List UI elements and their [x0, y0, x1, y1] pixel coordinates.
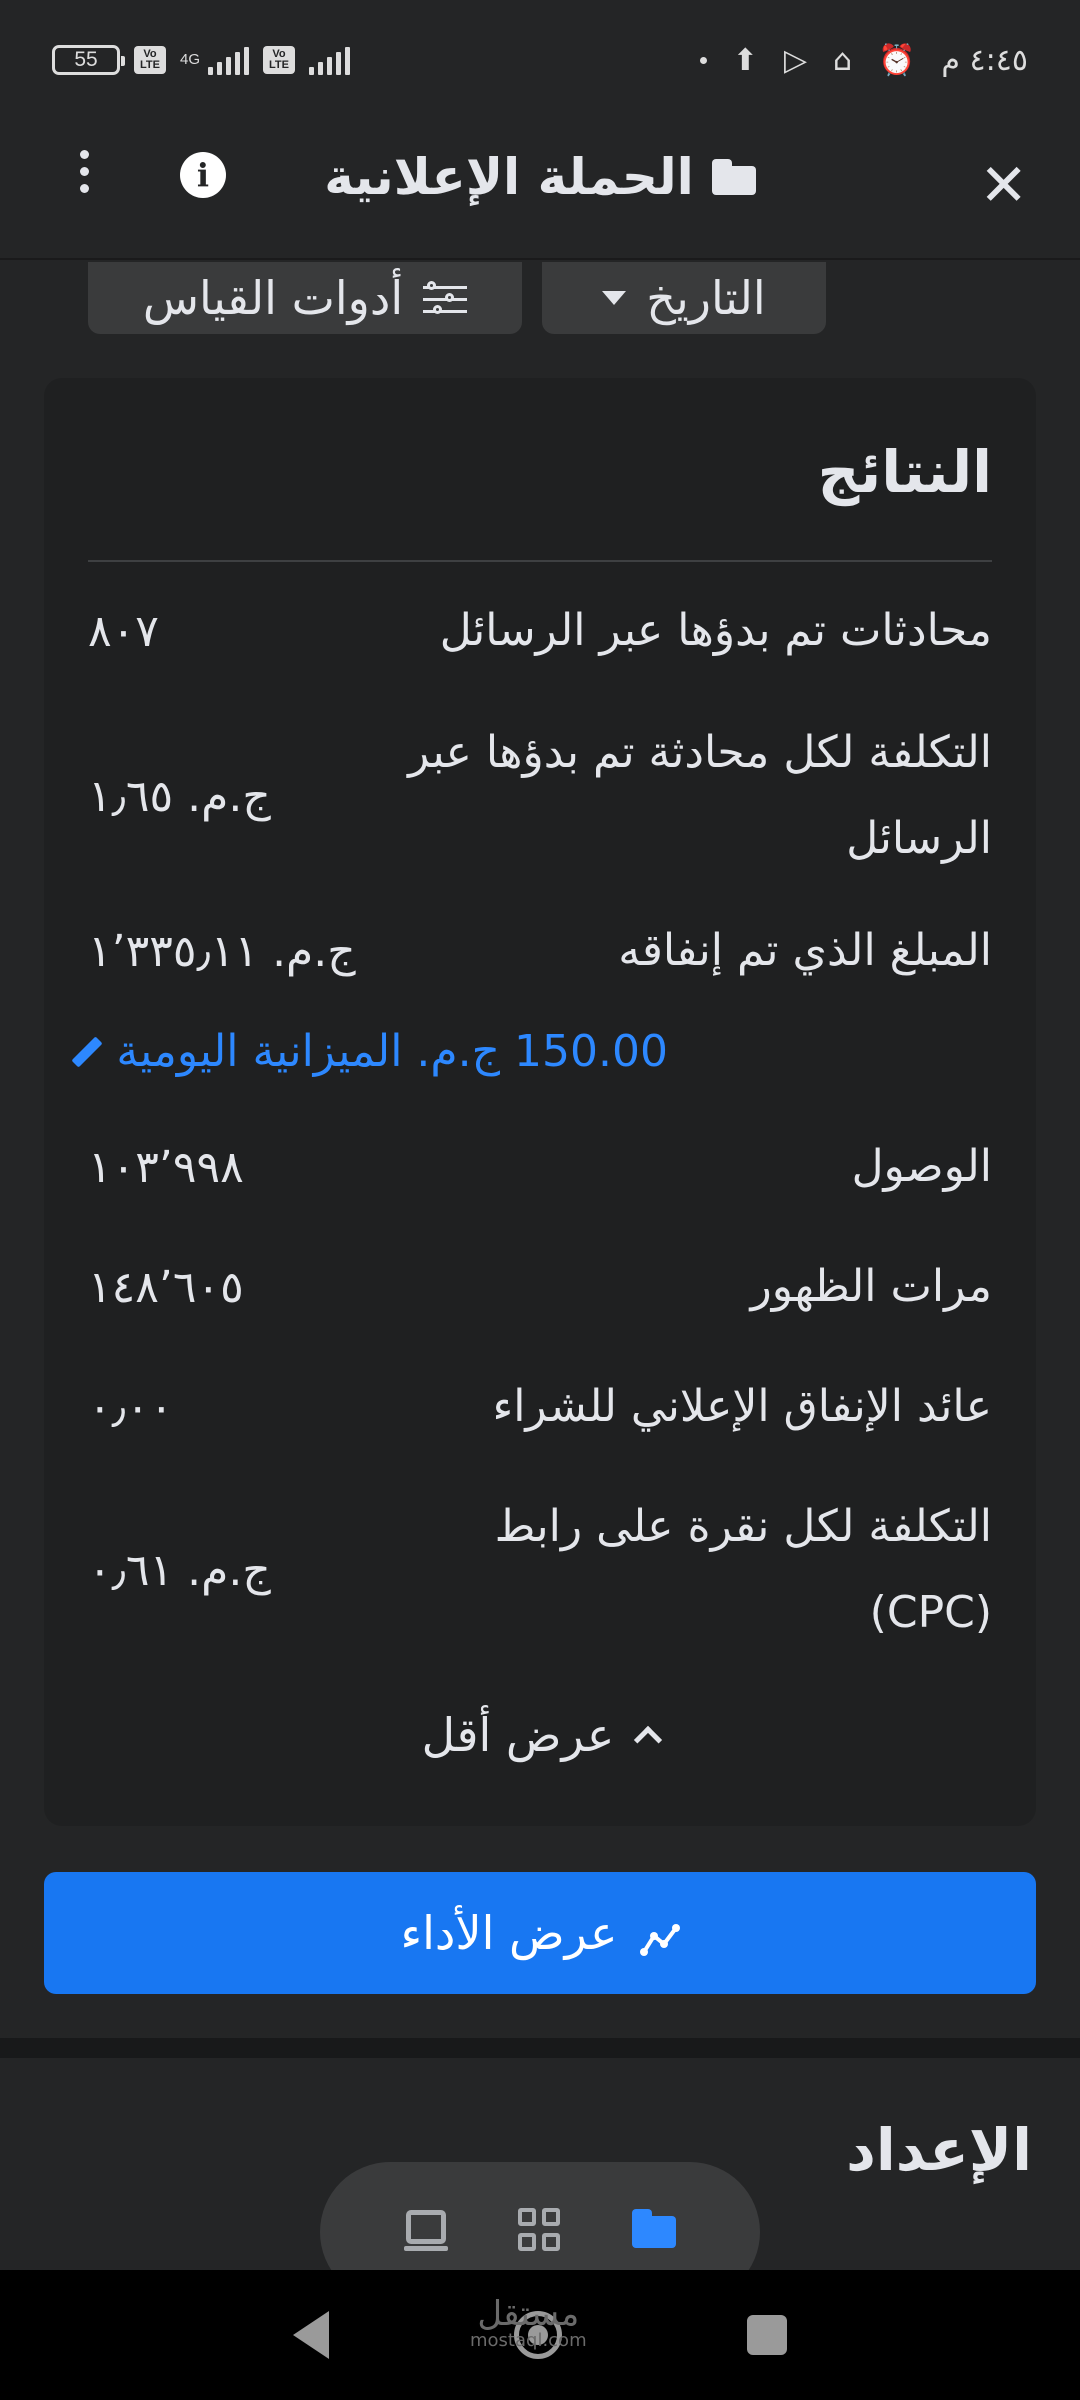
- back-icon[interactable]: [292, 2311, 329, 2359]
- sliders-icon: [423, 278, 468, 318]
- daily-budget-text: 150.00 ج.م. الميزانية اليومية: [116, 1026, 668, 1077]
- graph-icon: [639, 1915, 680, 1956]
- metric-row: التكلفة لكل محادثة تم بدؤها عبر الرسائل …: [88, 710, 992, 882]
- recents-icon[interactable]: [747, 2315, 788, 2355]
- metric-row: محادثات تم بدؤها عبر الرسائل ٨٠٧: [88, 588, 992, 674]
- view-performance-button[interactable]: عرض الأداء: [44, 1872, 1036, 1994]
- metric-row: التكلفة لكل نقرة على رابط (CPC) ج.م. ٠٫٦…: [88, 1484, 992, 1656]
- metric-value: ١٤٨٬٦٠٥: [88, 1261, 244, 1313]
- metric-row: المبلغ الذي تم إنفاقه ج.م. ١٬٣٣٥٫١١: [88, 908, 992, 994]
- metric-label: المبلغ الذي تم إنفاقه: [618, 925, 992, 976]
- metric-value: ٠٫٠٠: [88, 1381, 174, 1433]
- watermark-main: مستقل: [477, 2294, 580, 2334]
- clock: ٤:٤٥ م: [941, 42, 1028, 78]
- metric-value: ج.م. ١٫٦٥: [88, 770, 271, 822]
- filter-chips: التاريخ أدوات القياس: [0, 262, 1080, 334]
- battery-icon: 55: [52, 45, 125, 75]
- date-filter-button[interactable]: التاريخ: [542, 262, 826, 334]
- status-left: 55 Vo LTE 4G Vo LTE: [52, 45, 351, 75]
- metric-label: الوصول: [851, 1141, 992, 1192]
- close-icon[interactable]: ✕: [979, 156, 1028, 214]
- metric-label: التكلفة لكل محادثة تم بدؤها عبر الرسائل: [408, 727, 992, 864]
- pencil-icon: [72, 1037, 102, 1067]
- results-card: النتائج محادثات تم بدؤها عبر الرسائل ٨٠٧…: [44, 378, 1036, 1826]
- battery-level: 55: [74, 48, 98, 71]
- alarm-icon: ⏰: [878, 42, 916, 78]
- daily-budget-link[interactable]: 150.00 ج.م. الميزانية اليومية: [72, 1026, 668, 1077]
- metric-value: ج.م. ٠٫٦١: [88, 1544, 271, 1596]
- dot-icon: [699, 56, 707, 64]
- metric-value: ١٠٣٬٩٩٨: [88, 1141, 244, 1193]
- upload-icon: ⬆: [732, 42, 758, 78]
- tools-filter-button[interactable]: أدوات القياس: [88, 262, 522, 334]
- status-bar: 55 Vo LTE 4G Vo LTE ⬆ ▷ ⌂ ⏰ ٤:٤٥ م: [0, 0, 1080, 120]
- divider: [88, 560, 992, 562]
- results-title: النتائج: [817, 438, 992, 506]
- metric-row: مرات الظهور ١٤٨٬٦٠٥: [88, 1244, 992, 1330]
- metric-row: الوصول ١٠٣٬٩٩٨: [88, 1124, 992, 1210]
- metric-label: مرات الظهور: [750, 1261, 992, 1312]
- metric-value: ج.م. ١٬٣٣٥٫١١: [88, 925, 356, 977]
- mosque-icon: ⌂: [833, 42, 853, 78]
- metric-label: محادثات تم بدؤها عبر الرسائل: [439, 605, 992, 656]
- app-header: i الحملة الإعلانية ✕: [0, 120, 1080, 260]
- tools-filter-label: أدوات القياس: [142, 271, 404, 325]
- watermark: مستقل mostaql.com: [470, 2296, 587, 2350]
- volte-icon-2: Vo LTE: [263, 46, 296, 74]
- network-type: 4G: [180, 51, 201, 68]
- folder-icon: [711, 159, 756, 195]
- volte-icon: Vo LTE: [134, 46, 166, 74]
- signal-icon-2: [309, 45, 351, 75]
- status-right: ⬆ ▷ ⌂ ⏰ ٤:٤٥ م: [699, 42, 1028, 78]
- date-filter-label: التاريخ: [646, 271, 766, 325]
- setup-section-title: الإعداد: [846, 2116, 1032, 2184]
- folder-tab-icon[interactable]: [632, 2208, 676, 2252]
- metric-label: عائد الإنفاق الإعلاني للشراء: [492, 1381, 993, 1432]
- metric-row: عائد الإنفاق الإعلاني للشراء ٠٫٠٠: [88, 1364, 992, 1450]
- metric-value: ٨٠٧: [88, 605, 159, 657]
- metric-label: التكلفة لكل نقرة على رابط (CPC): [494, 1501, 992, 1638]
- page-title: الحملة الإعلانية: [324, 148, 694, 206]
- grid-icon[interactable]: [518, 2208, 562, 2252]
- chevron-up-icon: [634, 1725, 663, 1755]
- laptop-icon[interactable]: [404, 2208, 448, 2252]
- signal-icon: [208, 45, 250, 75]
- caret-down-icon: [602, 291, 627, 305]
- view-performance-label: عرض الأداء: [400, 1906, 618, 1960]
- section-separator: [0, 2038, 1080, 2058]
- header-title-group: الحملة الإعلانية: [0, 148, 1080, 206]
- show-less-button[interactable]: عرض أقل: [44, 1708, 1036, 1762]
- watermark-sub: mostaql.com: [470, 2330, 587, 2351]
- play-store-icon: ▷: [783, 42, 808, 78]
- show-less-label: عرض أقل: [421, 1708, 615, 1762]
